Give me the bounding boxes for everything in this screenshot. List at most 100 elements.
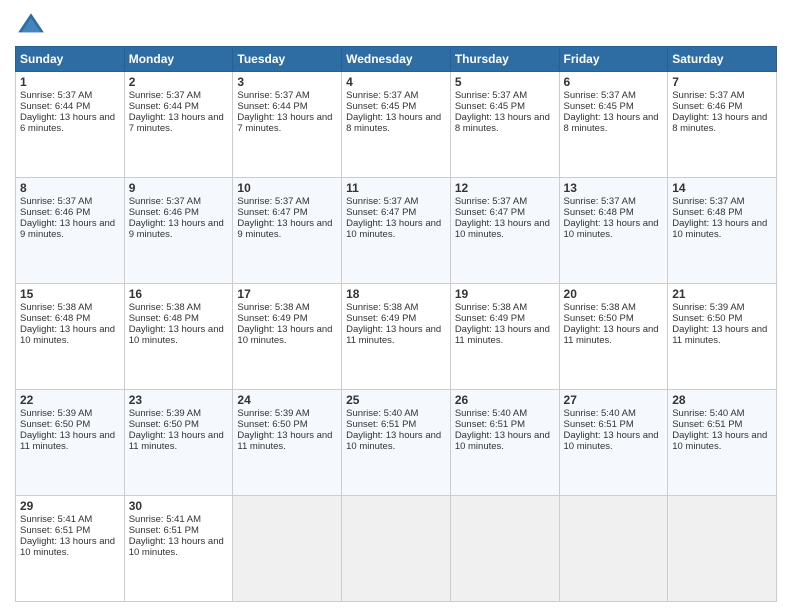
sunrise-text: Sunrise: 5:37 AM — [455, 90, 555, 101]
sunrise-text: Sunrise: 5:39 AM — [672, 302, 772, 313]
daylight-text: Daylight: 13 hours and 8 minutes. — [346, 112, 446, 134]
daylight-text: Daylight: 13 hours and 10 minutes. — [129, 324, 229, 346]
daylight-text: Daylight: 13 hours and 9 minutes. — [20, 218, 120, 240]
sunrise-text: Sunrise: 5:38 AM — [129, 302, 229, 313]
sunset-text: Sunset: 6:50 PM — [129, 419, 229, 430]
calendar-cell: 12Sunrise: 5:37 AMSunset: 6:47 PMDayligh… — [450, 178, 559, 284]
sunset-text: Sunset: 6:51 PM — [672, 419, 772, 430]
daylight-text: Daylight: 13 hours and 8 minutes. — [455, 112, 555, 134]
sunset-text: Sunset: 6:51 PM — [346, 419, 446, 430]
header-cell-saturday: Saturday — [668, 47, 777, 72]
calendar-cell: 30Sunrise: 5:41 AMSunset: 6:51 PMDayligh… — [124, 496, 233, 602]
sunset-text: Sunset: 6:44 PM — [237, 101, 337, 112]
sunset-text: Sunset: 6:45 PM — [564, 101, 664, 112]
daylight-text: Daylight: 13 hours and 10 minutes. — [672, 218, 772, 240]
sunrise-text: Sunrise: 5:37 AM — [346, 196, 446, 207]
day-number: 4 — [346, 75, 446, 89]
day-number: 27 — [564, 393, 664, 407]
calendar-cell: 26Sunrise: 5:40 AMSunset: 6:51 PMDayligh… — [450, 390, 559, 496]
day-number: 23 — [129, 393, 229, 407]
sunrise-text: Sunrise: 5:37 AM — [20, 90, 120, 101]
header-cell-monday: Monday — [124, 47, 233, 72]
calendar-cell: 15Sunrise: 5:38 AMSunset: 6:48 PMDayligh… — [16, 284, 125, 390]
sunrise-text: Sunrise: 5:40 AM — [346, 408, 446, 419]
sunset-text: Sunset: 6:51 PM — [20, 525, 120, 536]
daylight-text: Daylight: 13 hours and 7 minutes. — [129, 112, 229, 134]
day-number: 19 — [455, 287, 555, 301]
calendar-cell: 16Sunrise: 5:38 AMSunset: 6:48 PMDayligh… — [124, 284, 233, 390]
page: SundayMondayTuesdayWednesdayThursdayFrid… — [0, 0, 792, 612]
sunset-text: Sunset: 6:44 PM — [20, 101, 120, 112]
calendar-cell: 19Sunrise: 5:38 AMSunset: 6:49 PMDayligh… — [450, 284, 559, 390]
sunset-text: Sunset: 6:48 PM — [129, 313, 229, 324]
day-number: 6 — [564, 75, 664, 89]
calendar-cell: 1Sunrise: 5:37 AMSunset: 6:44 PMDaylight… — [16, 72, 125, 178]
calendar-cell: 13Sunrise: 5:37 AMSunset: 6:48 PMDayligh… — [559, 178, 668, 284]
calendar-week-0: 1Sunrise: 5:37 AMSunset: 6:44 PMDaylight… — [16, 72, 777, 178]
header-cell-sunday: Sunday — [16, 47, 125, 72]
sunrise-text: Sunrise: 5:39 AM — [20, 408, 120, 419]
sunrise-text: Sunrise: 5:37 AM — [455, 196, 555, 207]
day-number: 13 — [564, 181, 664, 195]
daylight-text: Daylight: 13 hours and 10 minutes. — [346, 218, 446, 240]
logo-icon — [15, 10, 47, 42]
sunset-text: Sunset: 6:49 PM — [346, 313, 446, 324]
day-number: 16 — [129, 287, 229, 301]
sunrise-text: Sunrise: 5:38 AM — [346, 302, 446, 313]
calendar-cell — [559, 496, 668, 602]
sunrise-text: Sunrise: 5:37 AM — [672, 90, 772, 101]
header-cell-friday: Friday — [559, 47, 668, 72]
sunrise-text: Sunrise: 5:37 AM — [129, 90, 229, 101]
calendar-cell: 10Sunrise: 5:37 AMSunset: 6:47 PMDayligh… — [233, 178, 342, 284]
calendar-cell: 4Sunrise: 5:37 AMSunset: 6:45 PMDaylight… — [342, 72, 451, 178]
sunset-text: Sunset: 6:51 PM — [129, 525, 229, 536]
day-number: 25 — [346, 393, 446, 407]
sunset-text: Sunset: 6:47 PM — [346, 207, 446, 218]
daylight-text: Daylight: 13 hours and 11 minutes. — [129, 430, 229, 452]
calendar-cell: 20Sunrise: 5:38 AMSunset: 6:50 PMDayligh… — [559, 284, 668, 390]
daylight-text: Daylight: 13 hours and 10 minutes. — [20, 324, 120, 346]
sunrise-text: Sunrise: 5:41 AM — [20, 514, 120, 525]
header-cell-thursday: Thursday — [450, 47, 559, 72]
daylight-text: Daylight: 13 hours and 11 minutes. — [346, 324, 446, 346]
day-number: 3 — [237, 75, 337, 89]
day-number: 26 — [455, 393, 555, 407]
day-number: 29 — [20, 499, 120, 513]
day-number: 8 — [20, 181, 120, 195]
sunset-text: Sunset: 6:50 PM — [672, 313, 772, 324]
sunset-text: Sunset: 6:47 PM — [455, 207, 555, 218]
calendar-cell: 28Sunrise: 5:40 AMSunset: 6:51 PMDayligh… — [668, 390, 777, 496]
daylight-text: Daylight: 13 hours and 10 minutes. — [564, 430, 664, 452]
calendar-cell — [233, 496, 342, 602]
sunset-text: Sunset: 6:46 PM — [672, 101, 772, 112]
calendar-cell: 24Sunrise: 5:39 AMSunset: 6:50 PMDayligh… — [233, 390, 342, 496]
day-number: 9 — [129, 181, 229, 195]
calendar-cell: 22Sunrise: 5:39 AMSunset: 6:50 PMDayligh… — [16, 390, 125, 496]
sunset-text: Sunset: 6:44 PM — [129, 101, 229, 112]
sunrise-text: Sunrise: 5:37 AM — [237, 196, 337, 207]
sunrise-text: Sunrise: 5:38 AM — [564, 302, 664, 313]
day-number: 20 — [564, 287, 664, 301]
daylight-text: Daylight: 13 hours and 10 minutes. — [129, 536, 229, 558]
sunset-text: Sunset: 6:46 PM — [20, 207, 120, 218]
calendar-cell: 3Sunrise: 5:37 AMSunset: 6:44 PMDaylight… — [233, 72, 342, 178]
calendar-cell: 18Sunrise: 5:38 AMSunset: 6:49 PMDayligh… — [342, 284, 451, 390]
day-number: 21 — [672, 287, 772, 301]
daylight-text: Daylight: 13 hours and 10 minutes. — [346, 430, 446, 452]
calendar-cell: 8Sunrise: 5:37 AMSunset: 6:46 PMDaylight… — [16, 178, 125, 284]
day-number: 22 — [20, 393, 120, 407]
day-number: 1 — [20, 75, 120, 89]
calendar-cell: 6Sunrise: 5:37 AMSunset: 6:45 PMDaylight… — [559, 72, 668, 178]
calendar-cell: 7Sunrise: 5:37 AMSunset: 6:46 PMDaylight… — [668, 72, 777, 178]
calendar-week-1: 8Sunrise: 5:37 AMSunset: 6:46 PMDaylight… — [16, 178, 777, 284]
day-number: 28 — [672, 393, 772, 407]
day-number: 10 — [237, 181, 337, 195]
daylight-text: Daylight: 13 hours and 10 minutes. — [455, 430, 555, 452]
sunset-text: Sunset: 6:47 PM — [237, 207, 337, 218]
calendar-cell: 2Sunrise: 5:37 AMSunset: 6:44 PMDaylight… — [124, 72, 233, 178]
calendar-cell: 17Sunrise: 5:38 AMSunset: 6:49 PMDayligh… — [233, 284, 342, 390]
day-number: 12 — [455, 181, 555, 195]
logo — [15, 10, 51, 42]
sunrise-text: Sunrise: 5:40 AM — [672, 408, 772, 419]
sunset-text: Sunset: 6:45 PM — [346, 101, 446, 112]
